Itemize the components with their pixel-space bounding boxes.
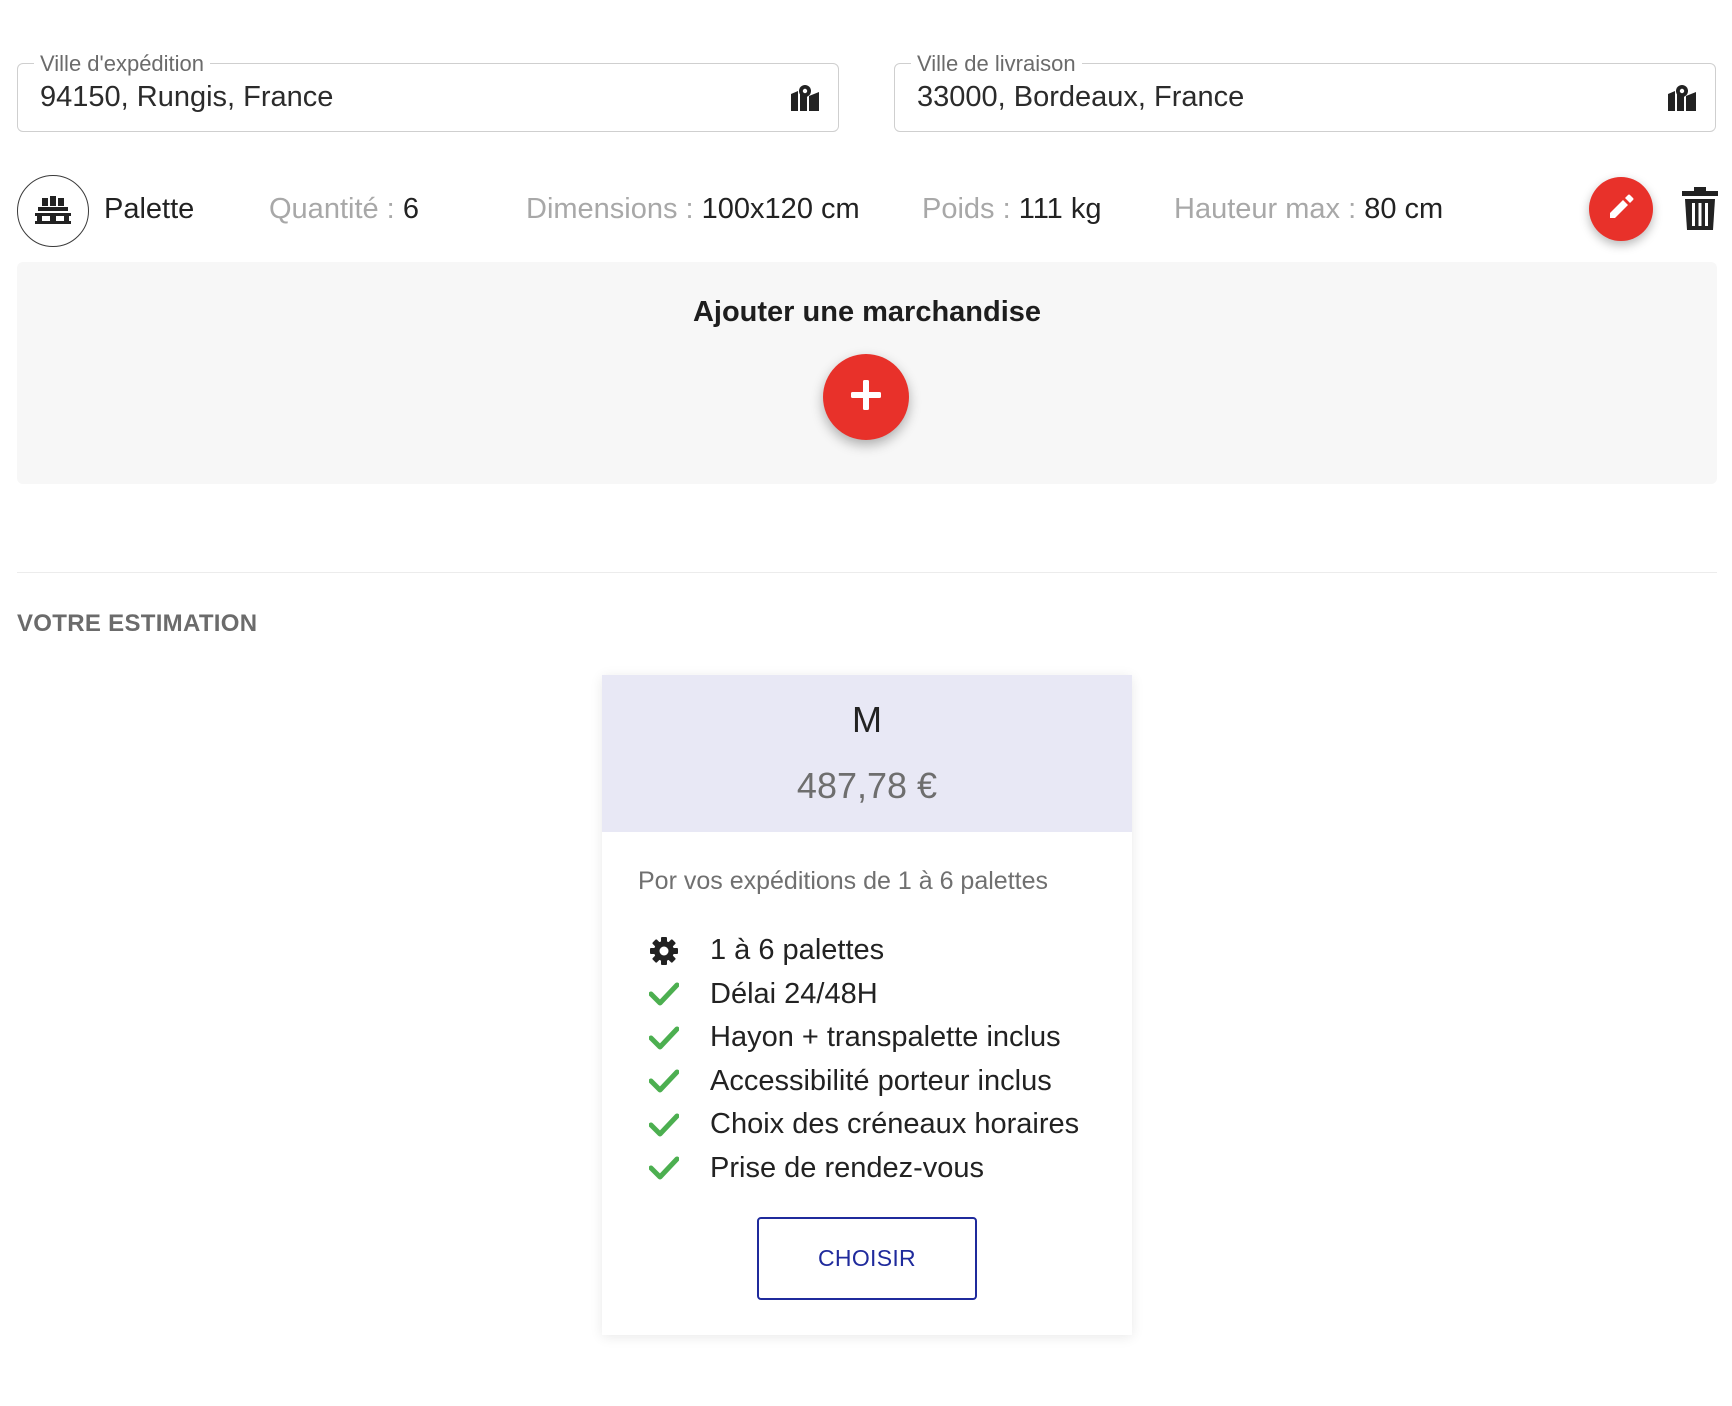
weight-label: Poids : <box>922 193 1019 225</box>
choose-plan-button[interactable]: CHOISIR <box>757 1217 977 1300</box>
feature-text: Accessibilité porteur inclus <box>710 1064 1052 1097</box>
weight-info: Poids : 111 kg <box>922 193 1102 226</box>
feature-text: Hayon + transpalette inclus <box>710 1021 1061 1054</box>
feature-item: Prise de rendez-vous <box>648 1147 1079 1191</box>
dimensions-info: Dimensions : 100x120 cm <box>526 193 860 226</box>
map-icon[interactable] <box>1667 84 1697 112</box>
quote-page: Ville d'expédition 94150, Rungis, France… <box>0 0 1732 1406</box>
estimation-section-title: VOTRE ESTIMATION <box>17 610 258 637</box>
check-icon <box>648 978 680 1010</box>
destination-city-label: Ville de livraison <box>911 51 1082 77</box>
height-info: Hauteur max : 80 cm <box>1174 193 1443 226</box>
pallet-icon <box>17 175 89 247</box>
origin-city-value[interactable]: 94150, Rungis, France <box>40 80 333 114</box>
check-icon <box>648 1065 680 1097</box>
height-label: Hauteur max : <box>1174 193 1365 225</box>
feature-item: Délai 24/48H <box>648 973 1079 1017</box>
goods-type-label: Palette <box>104 193 195 225</box>
plus-icon <box>849 378 883 417</box>
plan-name: M <box>852 699 882 740</box>
destination-city-field[interactable]: Ville de livraison 33000, Bordeaux, Fran… <box>894 51 1716 132</box>
quantity-label: Quantité : <box>269 193 403 225</box>
plan-price: 487,78 € <box>796 765 938 806</box>
plan-card: M 487,78 € Por vos expéditions de 1 à 6 … <box>602 675 1132 1335</box>
section-divider <box>17 572 1717 573</box>
add-goods-panel: Ajouter une marchandise <box>17 262 1717 484</box>
origin-city-label: Ville d'expédition <box>34 51 211 77</box>
origin-city-field[interactable]: Ville d'expédition 94150, Rungis, France <box>17 51 839 132</box>
delete-goods-button[interactable] <box>1681 187 1719 231</box>
gear-icon <box>648 935 680 967</box>
plan-features-list: 1 à 6 palettes Délai 24/48H Hayon + tran… <box>648 929 1079 1190</box>
goods-item-row: Palette Quantité : 6 Dimensions : 100x12… <box>17 175 1719 247</box>
height-value: 80 cm <box>1364 193 1444 225</box>
check-icon <box>648 1022 680 1054</box>
check-icon <box>648 1152 680 1184</box>
map-icon[interactable] <box>790 84 820 112</box>
add-goods-button[interactable] <box>823 354 909 440</box>
plan-card-header: M 487,78 € <box>602 675 1132 832</box>
feature-item: Hayon + transpalette inclus <box>648 1016 1079 1060</box>
feature-item: Accessibilité porteur inclus <box>648 1060 1079 1104</box>
trash-icon <box>1681 187 1719 235</box>
quantity-value: 6 <box>402 193 419 225</box>
plan-description: Por vos expéditions de 1 à 6 palettes <box>638 867 1048 895</box>
destination-city-value[interactable]: 33000, Bordeaux, France <box>917 80 1244 114</box>
feature-text: 1 à 6 palettes <box>710 934 885 967</box>
feature-item: Choix des créneaux horaires <box>648 1103 1079 1147</box>
quantity-info: Quantité : 6 <box>269 193 419 226</box>
feature-text: Délai 24/48H <box>710 977 878 1010</box>
check-icon <box>648 1109 680 1141</box>
weight-value: 111 kg <box>1018 193 1102 225</box>
add-goods-title: Ajouter une marchandise <box>692 296 1042 328</box>
feature-text: Choix des créneaux horaires <box>710 1108 1080 1141</box>
feature-item: 1 à 6 palettes <box>648 929 1079 973</box>
pencil-icon <box>1608 194 1634 225</box>
dimensions-label: Dimensions : <box>526 193 702 225</box>
feature-text: Prise de rendez-vous <box>710 1151 985 1184</box>
dimensions-value: 100x120 cm <box>701 193 860 225</box>
edit-goods-button[interactable] <box>1589 177 1653 241</box>
